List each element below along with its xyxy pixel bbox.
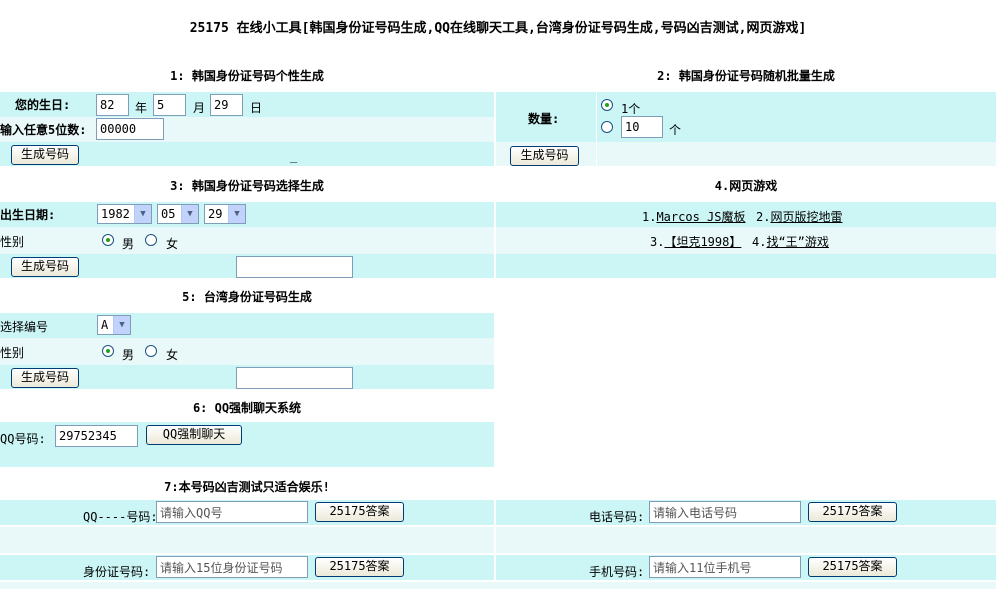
s3-month-value: 05 (161, 207, 176, 221)
s5-code-value: A (101, 318, 109, 332)
s7-id-label: 身份证号码: (83, 565, 151, 579)
qty-custom-unit: 个 (669, 123, 682, 137)
s3-year-value: 1982 (101, 207, 130, 221)
qty-label: 数量: (528, 112, 560, 126)
s1-digits-input[interactable] (96, 118, 164, 140)
s1-month-unit: 月 (193, 101, 206, 115)
page-title: 25175 在线小工具[韩国身份证号码生成,QQ在线聊天工具,台湾身份证号码生成… (189, 21, 807, 36)
s5-result-field[interactable] (236, 367, 353, 389)
s7-phone-answer-button[interactable]: 25175答案 (808, 502, 897, 522)
s1-generate-button[interactable]: 生成号码 (11, 145, 79, 165)
s3-result-field[interactable] (236, 256, 353, 278)
section-3-title: 3: 韩国身份证号码选择生成 (170, 179, 324, 193)
s7-mobile-label: 手机号码: (589, 565, 645, 579)
s6-qq-input[interactable] (55, 425, 138, 447)
section-1-title: 1: 韩国身份证号码个性生成 (170, 69, 324, 83)
s4-row-3 (496, 254, 996, 278)
section-2-title: 2: 韩国身份证号码随机批量生成 (657, 69, 835, 83)
s1-row-birthday (0, 92, 494, 117)
s7-row-2-left (0, 527, 494, 553)
s5-female-radio[interactable] (145, 345, 157, 357)
s7-row-4 (0, 582, 996, 589)
s7-phone-input[interactable] (649, 501, 801, 523)
chevron-down-icon: ▼ (134, 205, 151, 223)
qty-custom-input[interactable] (621, 116, 663, 138)
s3-female-label: 女 (166, 237, 179, 251)
s1-day-unit: 日 (250, 101, 263, 115)
s7-qq-input[interactable] (156, 501, 308, 523)
s2-generate-button[interactable]: 生成号码 (510, 146, 579, 166)
game-3-num: 3. (650, 235, 665, 249)
section-5-title: 5: 台湾身份证号码生成 (182, 290, 312, 304)
game-3-link[interactable]: 【坦克1998】 (664, 235, 741, 249)
s3-row-gender (0, 227, 494, 254)
chevron-down-icon: ▼ (228, 205, 245, 223)
s5-code-select[interactable]: A ▼ (97, 315, 131, 335)
section-7-title: 7:本号码凶吉测试只适合娱乐! (164, 480, 330, 494)
s4-row-1 (496, 202, 996, 227)
s5-generate-button[interactable]: 生成号码 (11, 368, 79, 388)
game-4-link[interactable]: 找“王”游戏 (766, 235, 828, 249)
s7-id-input[interactable] (156, 556, 308, 578)
s1-day-input[interactable] (210, 94, 243, 116)
s5-female-label: 女 (166, 348, 179, 362)
s4-row-2 (496, 227, 996, 254)
s2-divider (596, 92, 597, 166)
s3-year-select[interactable]: 1982 ▼ (97, 204, 152, 224)
s3-generate-button[interactable]: 生成号码 (11, 257, 79, 277)
s7-qq-answer-button[interactable]: 25175答案 (315, 502, 404, 522)
chevron-down-icon: ▼ (181, 205, 198, 223)
s3-month-select[interactable]: 05 ▼ (157, 204, 199, 224)
s5-gender-label: 性别 (0, 346, 25, 360)
s7-row-2-right (496, 527, 996, 553)
s7-id-answer-button[interactable]: 25175答案 (315, 557, 404, 577)
s5-row-gender (0, 338, 494, 365)
game-2-link[interactable]: 网页版挖地雷 (770, 210, 842, 224)
s7-qq-label: QQ----号码: (83, 510, 158, 524)
game-1-link[interactable]: Marcos JS魔板 (656, 210, 745, 224)
s3-male-label: 男 (122, 237, 135, 251)
chevron-down-icon: ▼ (113, 316, 130, 334)
s7-mobile-answer-button[interactable]: 25175答案 (808, 557, 897, 577)
s2-row-qty (496, 92, 996, 142)
s7-mobile-input[interactable] (649, 556, 801, 578)
game-1-num: 1. (642, 210, 657, 224)
s5-row-code (0, 313, 494, 338)
s3-male-radio[interactable] (102, 234, 114, 246)
qq-chat-button[interactable]: QQ强制聊天 (146, 425, 242, 445)
s3-female-radio[interactable] (145, 234, 157, 246)
s7-phone-label: 电话号码: (589, 510, 645, 524)
s1-result: _ (290, 149, 298, 163)
game-1: 1.Marcos JS魔板 (642, 208, 745, 225)
game-4: 4.找“王”游戏 (752, 233, 829, 250)
qty-1-label: 1个 (621, 102, 641, 116)
game-3: 3.【坦克1998】 (650, 233, 741, 250)
dob-label: 出生日期: (0, 208, 56, 222)
s5-code-label: 选择编号 (0, 320, 49, 334)
s3-day-select[interactable]: 29 ▼ (204, 204, 246, 224)
s5-male-radio[interactable] (102, 345, 114, 357)
s3-gender-label: 性别 (0, 235, 25, 249)
s1-month-input[interactable] (153, 94, 186, 116)
s1-year-unit: 年 (135, 101, 148, 115)
game-2-num: 2. (756, 210, 771, 224)
section-4-title: 4.网页游戏 (714, 179, 778, 193)
qty-1-radio[interactable] (601, 99, 613, 111)
section-6-title: 6: QQ强制聊天系统 (192, 401, 302, 415)
s6-qq-label: QQ号码: (0, 432, 46, 446)
birthday-label: 您的生日: (15, 98, 71, 112)
digits-label: 输入任意5位数: (0, 123, 87, 137)
s3-row-dob (0, 202, 494, 227)
game-2: 2.网页版挖地雷 (756, 208, 842, 225)
s1-year-input[interactable] (96, 94, 129, 116)
game-4-num: 4. (752, 235, 767, 249)
s5-male-label: 男 (122, 348, 135, 362)
qty-custom-radio[interactable] (601, 121, 613, 133)
s3-day-value: 29 (208, 207, 223, 221)
